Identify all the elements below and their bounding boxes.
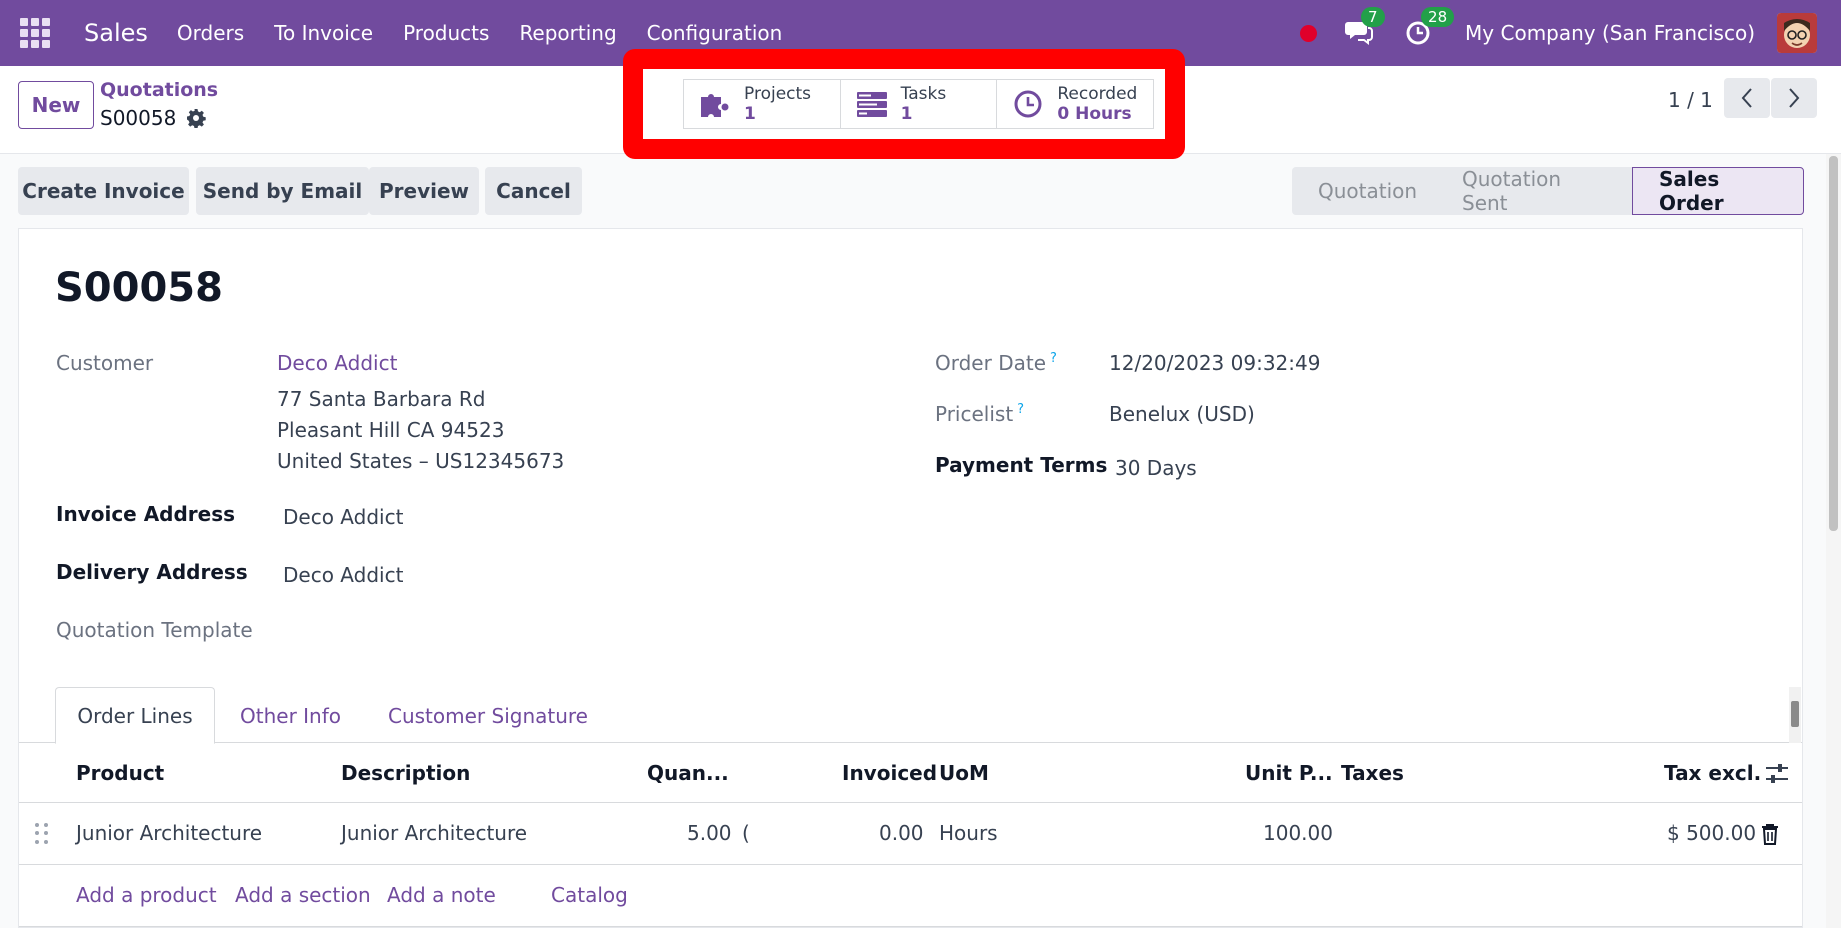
activities-count-badge: 28: [1421, 7, 1455, 27]
menu-orders[interactable]: Orders: [162, 21, 259, 45]
column-quantity[interactable]: Quan...: [647, 761, 729, 785]
recording-indicator-icon[interactable]: [1300, 24, 1318, 42]
page-scrollbar-thumb[interactable]: [1829, 156, 1838, 531]
column-taxes[interactable]: Taxes: [1341, 761, 1404, 785]
apps-menu-icon[interactable]: [20, 18, 50, 48]
stage-sales-order[interactable]: Sales Order: [1632, 167, 1804, 215]
invoice-address-field[interactable]: Deco Addict: [283, 505, 403, 529]
add-product-link[interactable]: Add a product: [76, 883, 217, 907]
pricelist-field[interactable]: Benelux (USD): [1109, 402, 1255, 426]
highlight-annotation-box: [623, 49, 1185, 159]
row-uom[interactable]: Hours: [939, 821, 998, 845]
messages-button[interactable]: 7: [1345, 7, 1385, 47]
menu-configuration[interactable]: Configuration: [632, 21, 798, 45]
column-settings-icon[interactable]: [1765, 763, 1789, 785]
row-invoiced: 0.00: [879, 821, 924, 845]
row-description[interactable]: Junior Architecture: [341, 821, 527, 845]
add-section-link[interactable]: Add a section: [235, 883, 371, 907]
row-quantity[interactable]: 5.00: [687, 821, 732, 845]
menu-to-invoice[interactable]: To Invoice: [259, 21, 388, 45]
pager-value[interactable]: 1 / 1: [1668, 88, 1713, 112]
delivery-address-field[interactable]: Deco Addict: [283, 563, 403, 587]
create-invoice-button[interactable]: Create Invoice: [18, 167, 189, 215]
form-sheet: S00058 Customer Deco Addict 77 Santa Bar…: [18, 228, 1803, 928]
app-name[interactable]: Sales: [84, 19, 148, 47]
column-product[interactable]: Product: [76, 761, 164, 785]
tabs-scrollbar-thumb[interactable]: [1791, 701, 1799, 727]
row-delivered-clipped: (: [742, 821, 750, 845]
row-subtotal: $ 500.00: [1667, 821, 1757, 845]
tab-other-info[interactable]: Other Info: [240, 687, 341, 744]
payment-terms-label: Payment Terms: [935, 453, 1108, 477]
catalog-link[interactable]: Catalog: [551, 883, 628, 907]
page-scrollbar[interactable]: [1826, 154, 1841, 928]
tab-customer-signature[interactable]: Customer Signature: [388, 687, 588, 744]
payment-terms-field[interactable]: 30 Days: [1115, 456, 1197, 480]
row-unit-price[interactable]: 100.00: [1263, 821, 1333, 845]
column-tax-excl[interactable]: Tax excl.: [1664, 761, 1761, 785]
notebook-tabs: Order Lines Other Info Customer Signatur…: [19, 687, 1802, 744]
preview-button[interactable]: Preview: [369, 167, 479, 215]
pricelist-label: Pricelist?: [935, 402, 1024, 426]
add-note-link[interactable]: Add a note: [387, 883, 496, 907]
customer-address-line-3: United States – US12345673: [277, 449, 565, 473]
cancel-button[interactable]: Cancel: [485, 167, 582, 215]
drag-handle-icon[interactable]: [35, 823, 49, 845]
tabs-scrollbar[interactable]: [1789, 687, 1801, 743]
table-row[interactable]: Junior Architecture Junior Architecture …: [19, 803, 1802, 865]
main-menu: Orders To Invoice Products Reporting Con…: [162, 21, 797, 45]
new-button[interactable]: New: [18, 81, 94, 129]
column-unit-price[interactable]: Unit P...: [1245, 761, 1333, 785]
invoice-address-label: Invoice Address: [56, 502, 236, 526]
navbar-systray: 7 28 My Company (San Francisco): [1300, 0, 1841, 66]
chevron-left-icon: [1741, 88, 1752, 108]
trash-icon[interactable]: [1761, 823, 1779, 845]
order-date-label-text: Order Date: [935, 351, 1046, 375]
column-uom[interactable]: UoM: [939, 761, 989, 785]
activities-button[interactable]: 28: [1405, 7, 1455, 47]
order-date-help-icon[interactable]: ?: [1050, 351, 1057, 366]
pager-previous-button[interactable]: [1724, 78, 1770, 118]
status-bar: Quotation Quotation Sent Sales Order: [1292, 167, 1804, 215]
order-date-field[interactable]: 12/20/2023 09:32:49: [1109, 351, 1320, 375]
pricelist-label-text: Pricelist: [935, 402, 1014, 426]
order-lines-header: Product Description Quan... Invoiced UoM…: [19, 743, 1802, 803]
send-by-email-button[interactable]: Send by Email: [196, 167, 369, 215]
company-switcher[interactable]: My Company (San Francisco): [1465, 21, 1755, 45]
column-invoiced[interactable]: Invoiced: [842, 761, 937, 785]
pager-next-button[interactable]: [1771, 78, 1817, 118]
avatar-face-icon: [1777, 13, 1817, 53]
order-title: S00058: [55, 265, 223, 311]
add-line-row: Add a product Add a section Add a note C…: [19, 865, 1802, 927]
messages-count-badge: 7: [1361, 7, 1385, 27]
customer-label: Customer: [56, 351, 154, 375]
gear-icon[interactable]: [186, 108, 207, 128]
stage-quotation-sent[interactable]: Quotation Sent: [1436, 167, 1632, 215]
menu-reporting[interactable]: Reporting: [504, 21, 631, 45]
chevron-right-icon: [1789, 88, 1800, 108]
customer-address-line-1: 77 Santa Barbara Rd: [277, 387, 486, 411]
tab-order-lines[interactable]: Order Lines: [55, 687, 215, 744]
customer-link[interactable]: Deco Addict: [277, 351, 397, 375]
column-description[interactable]: Description: [341, 761, 470, 785]
user-avatar[interactable]: [1777, 13, 1817, 53]
delivery-address-label: Delivery Address: [56, 560, 248, 584]
breadcrumb-quotations[interactable]: Quotations: [100, 79, 218, 101]
customer-address-line-2: Pleasant Hill CA 94523: [277, 418, 505, 442]
breadcrumb-current-label: S00058: [100, 106, 177, 130]
pricelist-help-icon[interactable]: ?: [1017, 402, 1024, 417]
menu-products[interactable]: Products: [388, 21, 504, 45]
order-date-label: Order Date?: [935, 351, 1057, 375]
breadcrumb-current: S00058: [100, 106, 207, 130]
quotation-template-label: Quotation Template: [56, 618, 253, 642]
row-product[interactable]: Junior Architecture: [76, 821, 262, 845]
stage-quotation[interactable]: Quotation: [1292, 167, 1436, 215]
